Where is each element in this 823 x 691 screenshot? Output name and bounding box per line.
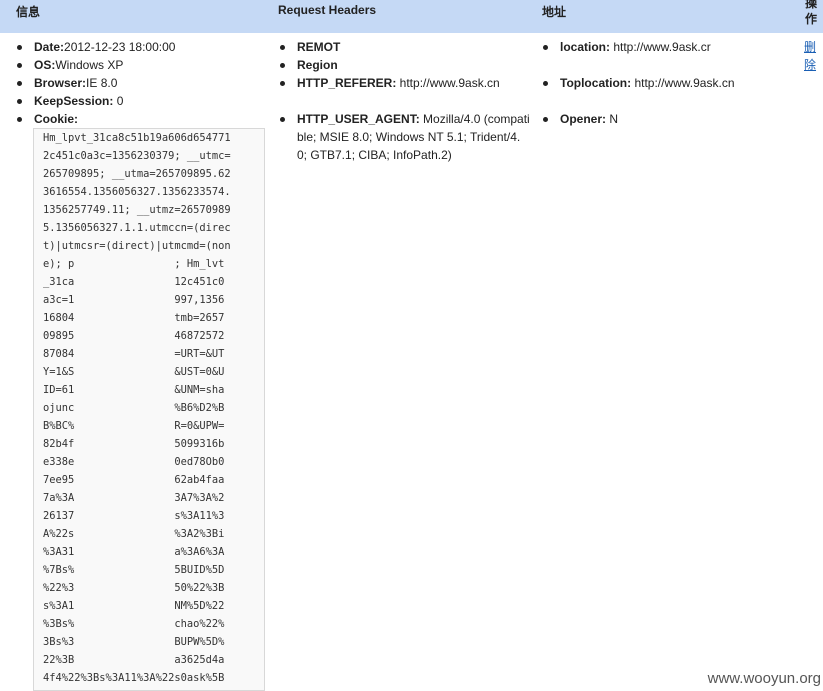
bullet-icon [17,45,22,50]
header-address: 地址 [542,5,567,19]
cookie-line: 4f4%22%3Bs%3A11%3A%22s0ask%5B [43,672,225,684]
cookie-line: 5.1356056327.1.1.utmccn=(direc [43,222,231,234]
cookie-line: _31ca 12c451c0 [43,276,225,288]
address-location: location: http://www.9ask.cr [542,38,735,56]
info-cookie: Cookie: [16,110,175,128]
header-remot: REMOT [279,38,530,56]
info-browser: Browser:IE 8.0 [16,74,175,92]
cookie-line: %3A31 a%3A6%3A [43,546,225,558]
cookie-value-box[interactable]: Hm_lpvt_31ca8c51b19a606d654771 2c451c0a3c… [33,128,265,691]
header-user-agent-line2: ble; MSIE 8.0; Windows NT 5.1; Trident/4… [297,130,521,144]
cookie-line: 265709895; __utma=265709895.62 [43,168,231,180]
bullet-icon [543,45,548,50]
address-opener: Opener: N [542,110,735,128]
bullet-icon [17,117,22,122]
cookie-line: B%BC% R=0&UPW= [43,420,225,432]
cookie-line: 87084 =URT=&UT [43,348,225,360]
header-action-line2: 作 [805,12,818,26]
info-os: OS:Windows XP [16,56,175,74]
bullet-icon [17,99,22,104]
cookie-line: 7ee95 62ab4faa [43,474,225,486]
cookie-line: Hm_lpvt_31ca8c51b19a606d654771 [43,132,231,144]
bullet-icon [543,81,548,86]
cookie-line: 82b4f 5099316b [43,438,225,450]
cookie-line: e338e 0ed78Ob0 [43,456,225,468]
cookie-line: 7a%3A 3A7%3A%2 [43,492,225,504]
delete-link[interactable]: 删 除 [804,38,818,74]
cookie-line: 2c451c0a3c=1356230379; __utmc= [43,150,231,162]
cookie-line: s%3A1 NM%5D%22 [43,600,225,612]
address-toplocation: Toplocation: http://www.9ask.cn [542,74,735,92]
watermark: www.wooyun.org [707,670,821,687]
header-user-agent: HTTP_USER_AGENT: Mozilla/4.0 (compati [279,110,530,128]
bullet-icon [280,63,285,68]
cookie-line: Y=1&S &UST=0&U [43,366,225,378]
info-date: Date:2012-12-23 18:00:00 [16,38,175,56]
cookie-line: %22%3 50%22%3B [43,582,225,594]
cookie-line: ojunc %B6%D2%B [43,402,225,414]
header-region: Region [279,56,530,74]
bullet-icon [17,63,22,68]
bullet-icon [280,117,285,122]
delete-link-line2: 除 [804,58,817,72]
address-column: location: http://www.9ask.cr Toplocation… [542,38,735,128]
cookie-line: 16804 tmb=2657 [43,312,225,324]
cookie-line: %3Bs% chao%22% [43,618,225,630]
delete-link-line1: 删 [804,40,817,54]
cookie-line: e); p ; Hm_lvt [43,258,225,270]
cookie-line: 26137 s%3A11%3 [43,510,225,522]
cookie-line: a3c=1 997,1356 [43,294,225,306]
header-referer: HTTP_REFERER: http://www.9ask.cn [279,74,530,92]
bullet-icon [280,81,285,86]
info-column: Date:2012-12-23 18:00:00 OS:Windows XP B… [16,38,175,128]
cookie-line: ID=61 &UNM=sha [43,384,225,396]
header-user-agent-line3: 0; GTB7.1; CIBA; InfoPath.2) [297,148,452,162]
header-request-headers: Request Headers [278,3,377,17]
table-header: 信息 Request Headers 地址 操 作 [0,0,823,33]
info-keepsession: KeepSession: 0 [16,92,175,110]
cookie-line: A%22s %3A2%3Bi [43,528,225,540]
cookie-line: 22%3B a3625d4a [43,654,225,666]
request-headers-column: REMOT Region HTTP_REFERER: http://www.9a… [279,38,530,164]
bullet-icon [17,81,22,86]
bullet-icon [280,45,285,50]
header-action: 操 作 [805,0,819,27]
cookie-line: t)|utmcsr=(direct)|utmcmd=(non [43,240,231,252]
bullet-icon [543,117,548,122]
cookie-line: %7Bs% 5BUID%5D [43,564,225,576]
cookie-line: 1356257749.11; __utmz=26570989 [43,204,231,216]
cookie-line: 3616554.1356056327.1356233574. [43,186,231,198]
header-action-line1: 操 [805,0,818,10]
cookie-line: 09895 46872572 [43,330,225,342]
header-info: 信息 [16,5,41,19]
cookie-line: 3Bs%3 BUPW%5D% [43,636,225,648]
